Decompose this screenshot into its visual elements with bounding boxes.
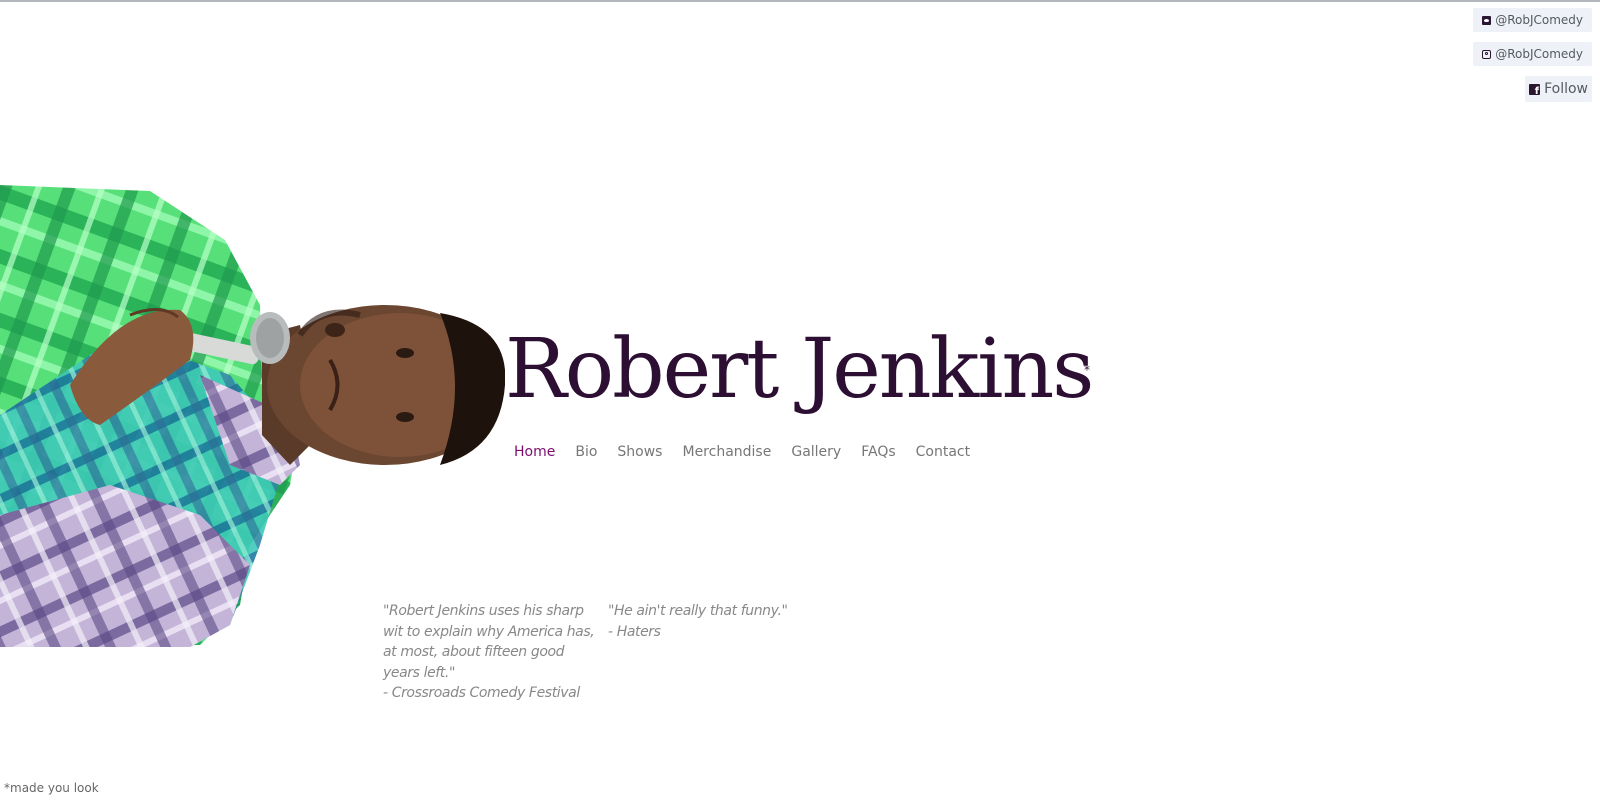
instagram-follow-button[interactable]: @RobJComedy [1473,42,1592,66]
main-nav: Home Bio Shows Merchandise Gallery FAQs … [514,444,970,460]
nav-gallery[interactable]: Gallery [791,444,841,460]
page-title: Robert Jenkins [505,322,1094,417]
quote-source: - Crossroads Comedy Festival [383,685,580,701]
footnote: *made you look [4,781,99,795]
nav-shows[interactable]: Shows [617,444,662,460]
quote-text: "Robert Jenkins uses his sharp wit to ex… [383,603,595,681]
quote-haters: "He ain't really that funny." - Haters [608,601,808,642]
facebook-follow-label: Follow [1544,81,1588,97]
quote-text: "He ain't really that funny." [608,603,788,619]
top-border [0,0,1600,2]
twitter-icon [1482,15,1492,25]
twitter-follow-button[interactable]: @RobJComedy [1473,8,1592,32]
twitter-handle: @RobJComedy [1495,13,1583,27]
facebook-follow-button[interactable]: Follow [1525,76,1592,102]
title-asterisk: * [1084,363,1090,377]
nav-faqs[interactable]: FAQs [861,444,895,460]
instagram-icon [1482,49,1492,59]
nav-bio[interactable]: Bio [575,444,597,460]
nav-merchandise[interactable]: Merchandise [682,444,771,460]
nav-contact[interactable]: Contact [916,444,970,460]
nav-home[interactable]: Home [514,444,555,460]
quote-source: - Haters [608,623,661,640]
instagram-handle: @RobJComedy [1495,47,1583,61]
social-links: @RobJComedy @RobJComedy Follow [1473,8,1592,102]
quote-crossroads: "Robert Jenkins uses his sharp wit to ex… [383,601,595,704]
facebook-icon [1529,83,1541,97]
comedian-photo [0,185,505,647]
